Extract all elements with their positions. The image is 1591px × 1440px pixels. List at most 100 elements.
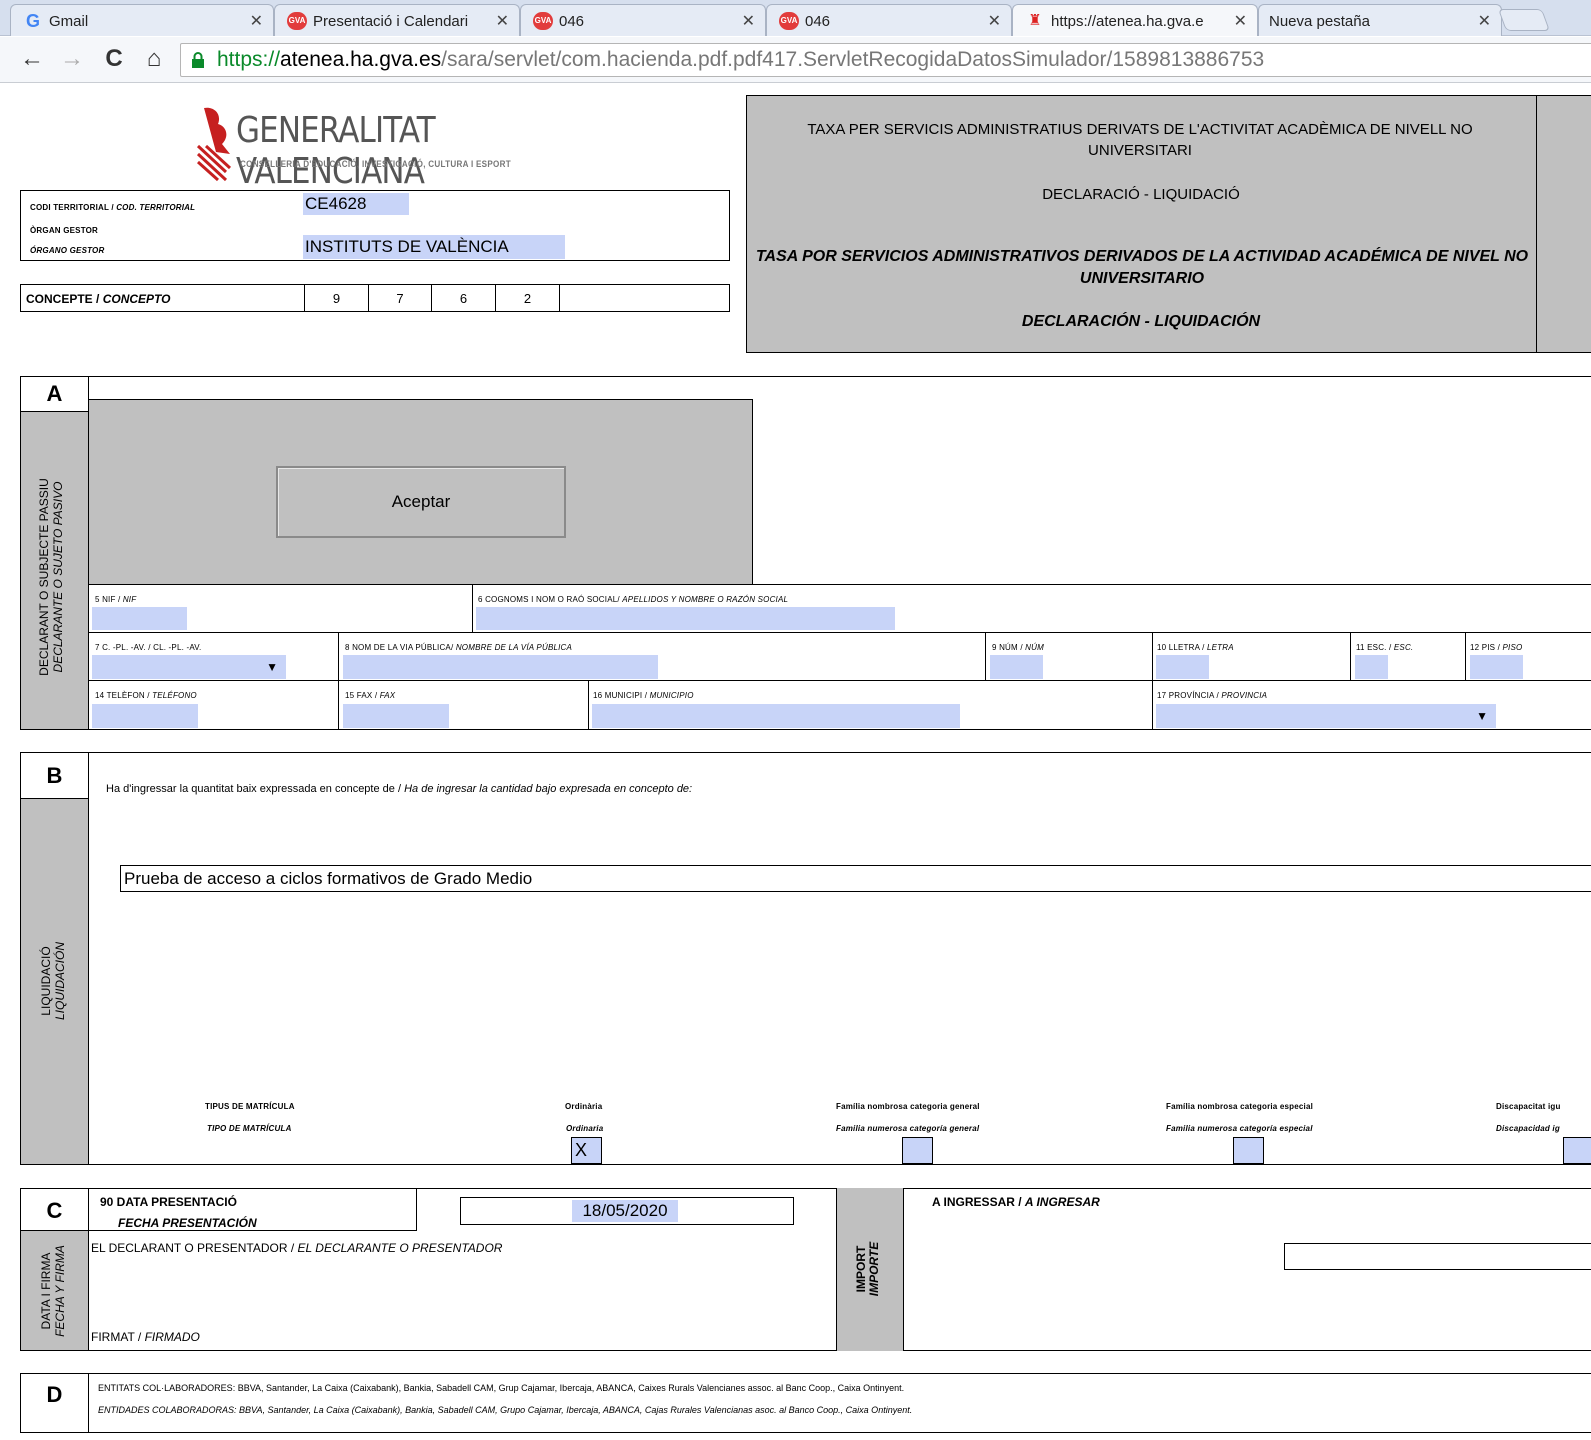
gv-logo-icon: ♜ xyxy=(1028,12,1042,29)
section-c-side-label: DATA I FIRMA FECHA Y FIRMA xyxy=(39,1245,67,1337)
section-a-letter-line xyxy=(21,411,88,412)
col-line xyxy=(1350,632,1351,680)
tab-046-a[interactable]: GVA 046 ✕ xyxy=(520,4,766,36)
close-tab-icon[interactable]: ✕ xyxy=(250,11,263,31)
home-icon[interactable]: ⌂ xyxy=(140,45,168,73)
close-tab-icon[interactable]: ✕ xyxy=(1234,11,1247,31)
discapacidad-checkbox[interactable] xyxy=(1563,1137,1591,1164)
section-b-letter-line xyxy=(21,798,88,799)
close-tab-icon[interactable]: ✕ xyxy=(988,11,1001,31)
concepte-digit: 2 xyxy=(495,284,560,312)
ordinaria-checkbox[interactable]: X xyxy=(571,1137,602,1164)
letra-field[interactable] xyxy=(1156,655,1209,679)
close-tab-icon[interactable]: ✕ xyxy=(496,11,509,31)
declarant-label: EL DECLARANT O PRESENTADOR / EL DECLARAN… xyxy=(91,1241,503,1255)
num-label: 9 NÚM / NÚM xyxy=(992,643,1044,652)
organ-label-es: ÓRGANO GESTOR xyxy=(30,246,105,255)
reload-icon[interactable]: C xyxy=(100,45,128,73)
date-value: 18/05/2020 xyxy=(572,1200,678,1222)
tab-presentacio[interactable]: GVA Presentació i Calendari ✕ xyxy=(274,4,520,36)
new-tab-button[interactable] xyxy=(1497,9,1551,31)
telefono-field[interactable] xyxy=(92,704,198,728)
option-ordinaria-va: Ordinària xyxy=(565,1102,603,1111)
date-label-es: FECHA PRESENTACIÓN xyxy=(118,1216,257,1230)
via-tipo-label: 7 C. -PL. -AV. / CL. -PL. -AV. xyxy=(95,643,202,652)
gva-icon: GVA xyxy=(533,12,553,30)
row-line xyxy=(89,632,1591,633)
date-field[interactable]: 18/05/2020 xyxy=(460,1197,794,1225)
esc-label: 11 ESC. / ESC. xyxy=(1356,643,1414,652)
concepte-label: CONCEPTE / CONCEPTO xyxy=(26,292,171,306)
address-bar[interactable]: https://atenea.ha.gva.es/sara/servlet/co… xyxy=(180,43,1591,77)
forward-icon[interactable]: → xyxy=(58,45,86,73)
row-line xyxy=(89,680,1591,681)
tab-title: Gmail xyxy=(49,13,89,30)
form-page: GENERALITAT VALENCIANA CONSELLERIA D'EDU… xyxy=(0,84,1591,1440)
browser-tab-bar: G Gmail ✕ GVA Presentació i Calendari ✕ … xyxy=(0,0,1591,36)
section-c-letter-line xyxy=(21,1230,416,1231)
provincia-label: 17 PROVÍNCIA / PROVINCIA xyxy=(1157,691,1268,700)
esc-field[interactable] xyxy=(1355,655,1388,679)
close-tab-icon[interactable]: ✕ xyxy=(1478,11,1491,31)
row-line xyxy=(89,584,1591,585)
tab-new[interactable]: Nueva pestaña ✕ xyxy=(1258,4,1502,36)
col-line xyxy=(1152,632,1153,730)
telefono-label: 14 TELÈFON / TELÉFONO xyxy=(95,691,197,700)
aceptar-button[interactable]: Aceptar xyxy=(276,466,566,538)
url-domain: atenea.ha.gva.es xyxy=(280,48,442,71)
entitats-line-va: ENTITATS COL·LABORADORES: BBVA, Santande… xyxy=(98,1383,905,1393)
apellidos-field[interactable] xyxy=(476,607,895,630)
num-field[interactable] xyxy=(990,655,1043,679)
lock-icon xyxy=(192,52,204,68)
gva-icon: GVA xyxy=(287,12,307,30)
via-tipo-select[interactable]: ▼ xyxy=(92,655,286,679)
option-fn-especial-es: Familia numerosa categoría especial xyxy=(1166,1124,1313,1133)
provincia-select[interactable]: ▼ xyxy=(1156,704,1496,728)
piso-label: 12 PIS / PISO xyxy=(1470,643,1523,652)
fn-especial-checkbox[interactable] xyxy=(1233,1137,1264,1164)
apellidos-label: 6 COGNOMS I NOM O RAÓ SOCIAL/ APELLIDOS … xyxy=(478,595,789,604)
section-b-divider xyxy=(88,752,89,1165)
close-tab-icon[interactable]: ✕ xyxy=(742,11,755,31)
tipus-label-va: TIPUS DE MATRÍCULA xyxy=(205,1102,295,1111)
codi-territorial-field[interactable]: CE4628 xyxy=(303,193,409,215)
fax-field[interactable] xyxy=(343,704,449,728)
nif-field[interactable] xyxy=(92,607,187,630)
fax-label: 15 FAX / FAX xyxy=(345,691,396,700)
col-line xyxy=(472,584,473,632)
via-nombre-field[interactable] xyxy=(343,655,658,679)
piso-field[interactable] xyxy=(1470,655,1523,679)
section-letter: A xyxy=(46,381,63,406)
municipio-field[interactable] xyxy=(592,704,960,728)
tipus-label-es: TIPO DE MATRÍCULA xyxy=(207,1124,292,1133)
title-divider xyxy=(1536,95,1537,353)
dropdown-arrow-icon: ▼ xyxy=(1476,709,1488,723)
url-scheme: https:// xyxy=(217,48,281,71)
tab-title: Nueva pestaña xyxy=(1269,13,1370,30)
importe-field[interactable] xyxy=(1284,1243,1591,1270)
intro-text: Ha d'ingressar la quantitat baix express… xyxy=(106,783,693,795)
tab-atenea[interactable]: ♜ https://atenea.ha.gva.e ✕ xyxy=(1012,4,1258,36)
organ-gestor-field[interactable]: INSTITUTS DE VALÈNCIA xyxy=(303,235,565,259)
logo-subtitle: CONSELLERIA D'EDUCACIÓ, INVESTIGACIÓ, CU… xyxy=(240,159,511,169)
municipio-label: 16 MUNICIPI / MUNICIPIO xyxy=(593,691,694,700)
back-icon[interactable]: ← xyxy=(18,45,46,73)
import-label: IMPORT IMPORTE xyxy=(854,1241,881,1297)
option-fn-general-es: Familia numerosa categoría general xyxy=(836,1124,980,1133)
fn-general-checkbox[interactable] xyxy=(902,1137,933,1164)
tab-046-b[interactable]: GVA 046 ✕ xyxy=(766,4,1012,36)
tab-gmail[interactable]: G Gmail ✕ xyxy=(10,4,274,36)
via-nombre-label: 8 NOM DE LA VIA PÚBLICA/ NOMBRE DE LA VÍ… xyxy=(345,643,573,652)
option-discapacidad-es: Discapacidad ig xyxy=(1496,1124,1560,1133)
section-letter: D xyxy=(46,1382,63,1407)
firmat-label: FIRMAT / FIRMADO xyxy=(91,1330,200,1344)
option-fn-general-va: Família nombrosa categoria general xyxy=(836,1102,980,1111)
col-line xyxy=(416,1188,417,1231)
nif-label: 5 NIF / NIF xyxy=(95,595,137,604)
section-a-side-label: DECLARANT O SUBJECTE PASSIU DECLARANTE O … xyxy=(37,478,65,676)
concept-field[interactable]: Prueba de acceso a ciclos formativos de … xyxy=(120,865,1591,892)
col-line xyxy=(338,632,339,730)
letra-label: 10 LLETRA / LETRA xyxy=(1157,643,1234,652)
concepte-digit: 9 xyxy=(304,284,369,312)
concepte-digit: 6 xyxy=(431,284,496,312)
